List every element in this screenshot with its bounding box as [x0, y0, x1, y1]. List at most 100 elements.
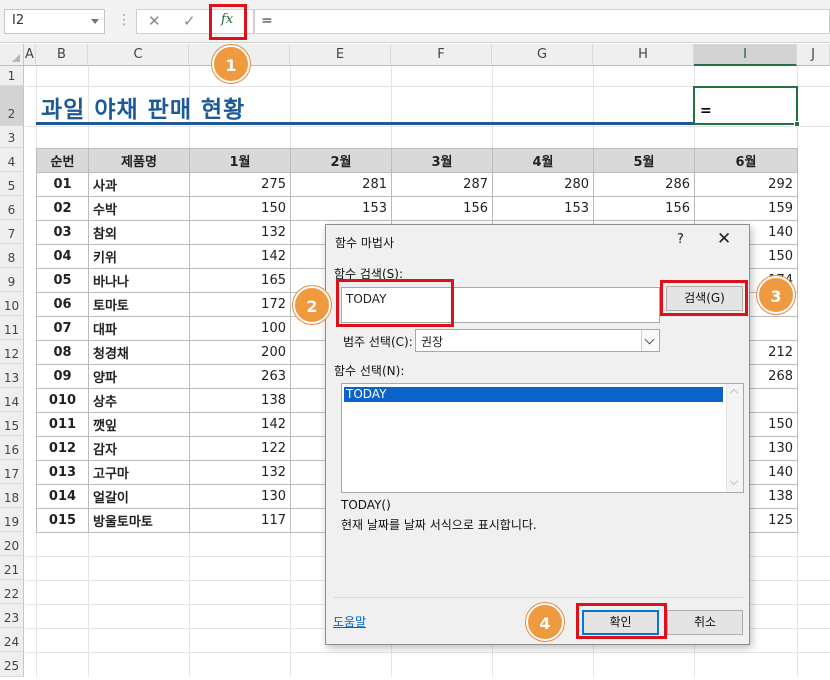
row-header-11[interactable]: 11 [0, 316, 24, 340]
cell-product[interactable]: 키위 [88, 244, 190, 269]
cell-product[interactable]: 수박 [88, 196, 190, 221]
row-header-18[interactable]: 18 [0, 484, 24, 508]
row-header-20[interactable]: 20 [0, 532, 24, 556]
formula-input[interactable]: = [254, 9, 830, 34]
row-header-7[interactable]: 7 [0, 220, 24, 244]
cell-value[interactable]: 130 [189, 484, 291, 509]
row-header-22[interactable]: 22 [0, 580, 24, 604]
column-header-g[interactable]: G [492, 44, 593, 66]
header-cell-apr[interactable]: 4월 [492, 148, 594, 173]
column-header-f[interactable]: F [391, 44, 492, 66]
row-header-16[interactable]: 16 [0, 436, 24, 460]
list-item-today[interactable]: TODAY [343, 386, 724, 403]
cell-value[interactable]: 165 [189, 268, 291, 293]
column-header-e[interactable]: E [290, 44, 391, 66]
function-list[interactable]: TODAY [341, 383, 744, 493]
cell-value[interactable]: 156 [391, 196, 493, 221]
row-header-12[interactable]: 12 [0, 340, 24, 364]
cell-no[interactable]: 02 [36, 196, 89, 221]
cell-product[interactable]: 참외 [88, 220, 190, 245]
cell-value[interactable]: 286 [593, 172, 695, 197]
cell-value[interactable]: 280 [492, 172, 594, 197]
cell-no[interactable]: 011 [36, 412, 89, 437]
cell-product[interactable]: 깻잎 [88, 412, 190, 437]
cell-no[interactable]: 04 [36, 244, 89, 269]
header-cell-feb[interactable]: 2월 [290, 148, 392, 173]
row-header-9[interactable]: 9 [0, 268, 24, 292]
cell-value[interactable]: 100 [189, 316, 291, 341]
scroll-up-icon[interactable] [729, 388, 739, 398]
row-header-8[interactable]: 8 [0, 244, 24, 268]
cell-product[interactable]: 양파 [88, 364, 190, 389]
cell-product[interactable]: 토마토 [88, 292, 190, 317]
cell-value[interactable]: 263 [189, 364, 291, 389]
cell-value[interactable]: 132 [189, 220, 291, 245]
cell-no[interactable]: 09 [36, 364, 89, 389]
cell-value[interactable]: 150 [189, 196, 291, 221]
cell-value[interactable]: 142 [189, 244, 291, 269]
close-icon[interactable]: ✕ [717, 229, 731, 249]
cell-product[interactable]: 바나나 [88, 268, 190, 293]
chevron-down-icon[interactable] [91, 19, 99, 24]
column-header-i[interactable]: I [694, 44, 797, 66]
header-cell-jan[interactable]: 1월 [189, 148, 291, 173]
cell-value[interactable]: 142 [189, 412, 291, 437]
cell-value[interactable]: 275 [189, 172, 291, 197]
cell-no[interactable]: 014 [36, 484, 89, 509]
cell-no[interactable]: 015 [36, 508, 89, 533]
cell-product[interactable]: 고구마 [88, 460, 190, 485]
cell-no[interactable]: 08 [36, 340, 89, 365]
cell-no[interactable]: 012 [36, 436, 89, 461]
row-header-5[interactable]: 5 [0, 172, 24, 196]
row-header-21[interactable]: 21 [0, 556, 24, 580]
cell-value[interactable]: 132 [189, 460, 291, 485]
cell-value[interactable]: 153 [290, 196, 392, 221]
sheet-title[interactable]: 과일 야채 판매 현황 [41, 90, 245, 124]
category-select[interactable]: 권장 [415, 329, 660, 352]
cell-no[interactable]: 03 [36, 220, 89, 245]
cell-product[interactable]: 감자 [88, 436, 190, 461]
cell-product[interactable]: 사과 [88, 172, 190, 197]
cell-no[interactable]: 013 [36, 460, 89, 485]
header-cell-no[interactable]: 순번 [36, 148, 89, 173]
column-header-j[interactable]: J [797, 44, 830, 66]
row-header-15[interactable]: 15 [0, 412, 24, 436]
row-header-17[interactable]: 17 [0, 460, 24, 484]
cell-product[interactable]: 대파 [88, 316, 190, 341]
cell-value[interactable]: 153 [492, 196, 594, 221]
row-header-13[interactable]: 13 [0, 364, 24, 388]
row-header-3[interactable]: 3 [0, 126, 24, 148]
row-header-23[interactable]: 23 [0, 604, 24, 628]
cell-value[interactable]: 292 [694, 172, 798, 197]
cell-product[interactable]: 얼갈이 [88, 484, 190, 509]
header-cell-product[interactable]: 제품명 [88, 148, 190, 173]
name-box[interactable]: I2 [4, 9, 105, 34]
cell-value[interactable]: 200 [189, 340, 291, 365]
cancel-button[interactable]: 취소 [667, 610, 743, 635]
row-header-1[interactable]: 1 [0, 66, 24, 86]
cell-no[interactable]: 01 [36, 172, 89, 197]
row-header-4[interactable]: 4 [0, 148, 24, 172]
column-header-b[interactable]: B [36, 44, 88, 66]
cell-no[interactable]: 07 [36, 316, 89, 341]
row-header-19[interactable]: 19 [0, 508, 24, 532]
cell-value[interactable]: 287 [391, 172, 493, 197]
scroll-down-icon[interactable] [729, 476, 739, 486]
cancel-icon[interactable]: ✕ [148, 12, 161, 30]
row-header-25[interactable]: 25 [0, 652, 24, 677]
cell-product[interactable]: 상추 [88, 388, 190, 413]
column-header-c[interactable]: C [88, 44, 189, 66]
row-header-24[interactable]: 24 [0, 628, 24, 652]
column-header-h[interactable]: H [593, 44, 694, 66]
enter-icon[interactable]: ✓ [183, 12, 196, 30]
cell-value[interactable]: 122 [189, 436, 291, 461]
cell-value[interactable]: 172 [189, 292, 291, 317]
cell-value[interactable]: 117 [189, 508, 291, 533]
list-scrollbar[interactable] [726, 384, 743, 492]
cell-value[interactable]: 281 [290, 172, 392, 197]
cell-value[interactable]: 156 [593, 196, 695, 221]
active-cell-i2[interactable]: = [693, 86, 800, 127]
column-header-a[interactable]: A [24, 44, 36, 66]
fill-handle[interactable] [794, 121, 800, 127]
row-header-14[interactable]: 14 [0, 388, 24, 412]
